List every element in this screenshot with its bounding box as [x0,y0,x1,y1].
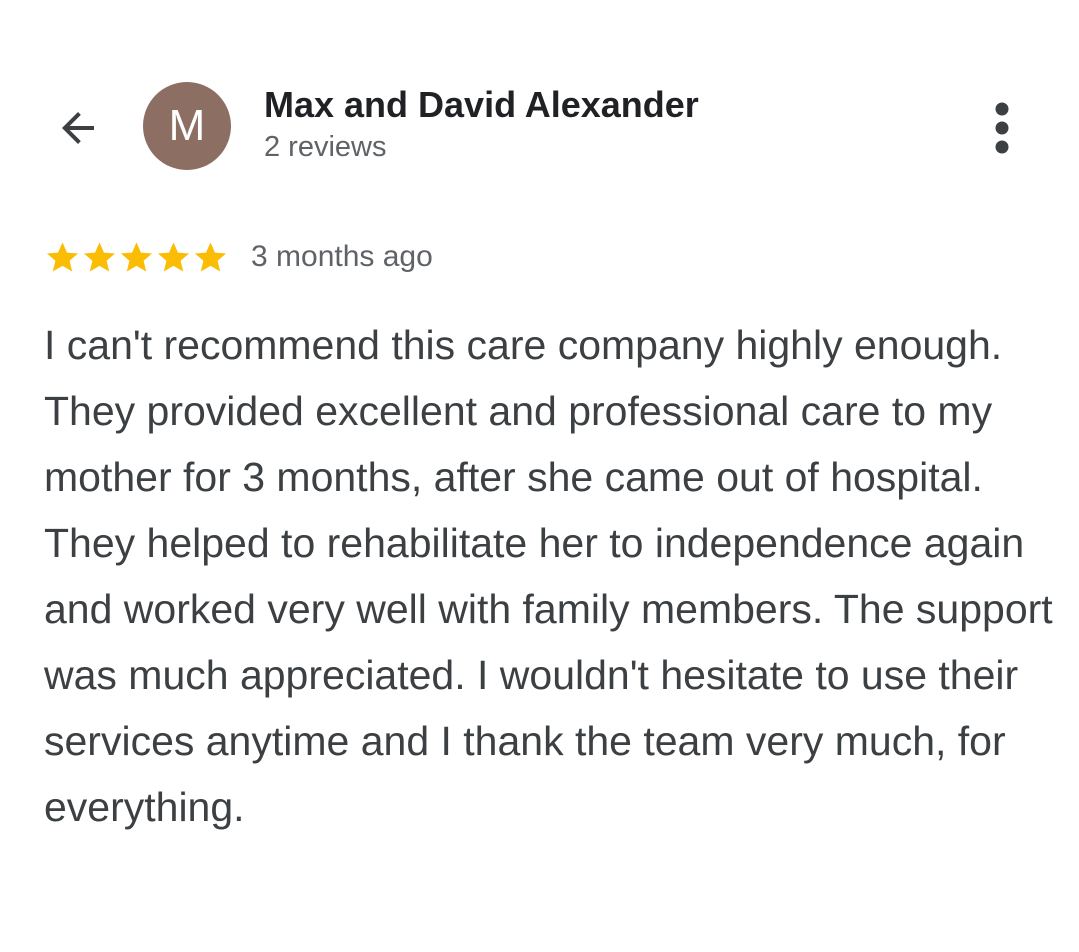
reviewer-name[interactable]: Max and David Alexander [264,84,699,126]
avatar[interactable]: M [143,82,231,170]
review-text: I can't recommend this care company high… [44,322,1053,830]
review-date: 3 months ago [251,240,433,273]
arrow-left-icon [62,112,94,144]
star-rating [44,239,229,276]
avatar-letter: M [168,101,206,150]
star-icon [46,241,79,272]
more-vert-icon [995,102,1009,154]
star-icon [83,241,116,272]
star-icon [120,241,153,272]
review-header: M Max and David Alexander 2 reviews [0,0,1079,200]
star-icon [194,241,227,272]
review-count: 2 reviews [264,131,387,163]
star-icon [157,241,190,272]
rating-row: 3 months ago [44,232,433,282]
more-options-button[interactable] [978,98,1026,158]
back-button[interactable] [50,100,106,156]
